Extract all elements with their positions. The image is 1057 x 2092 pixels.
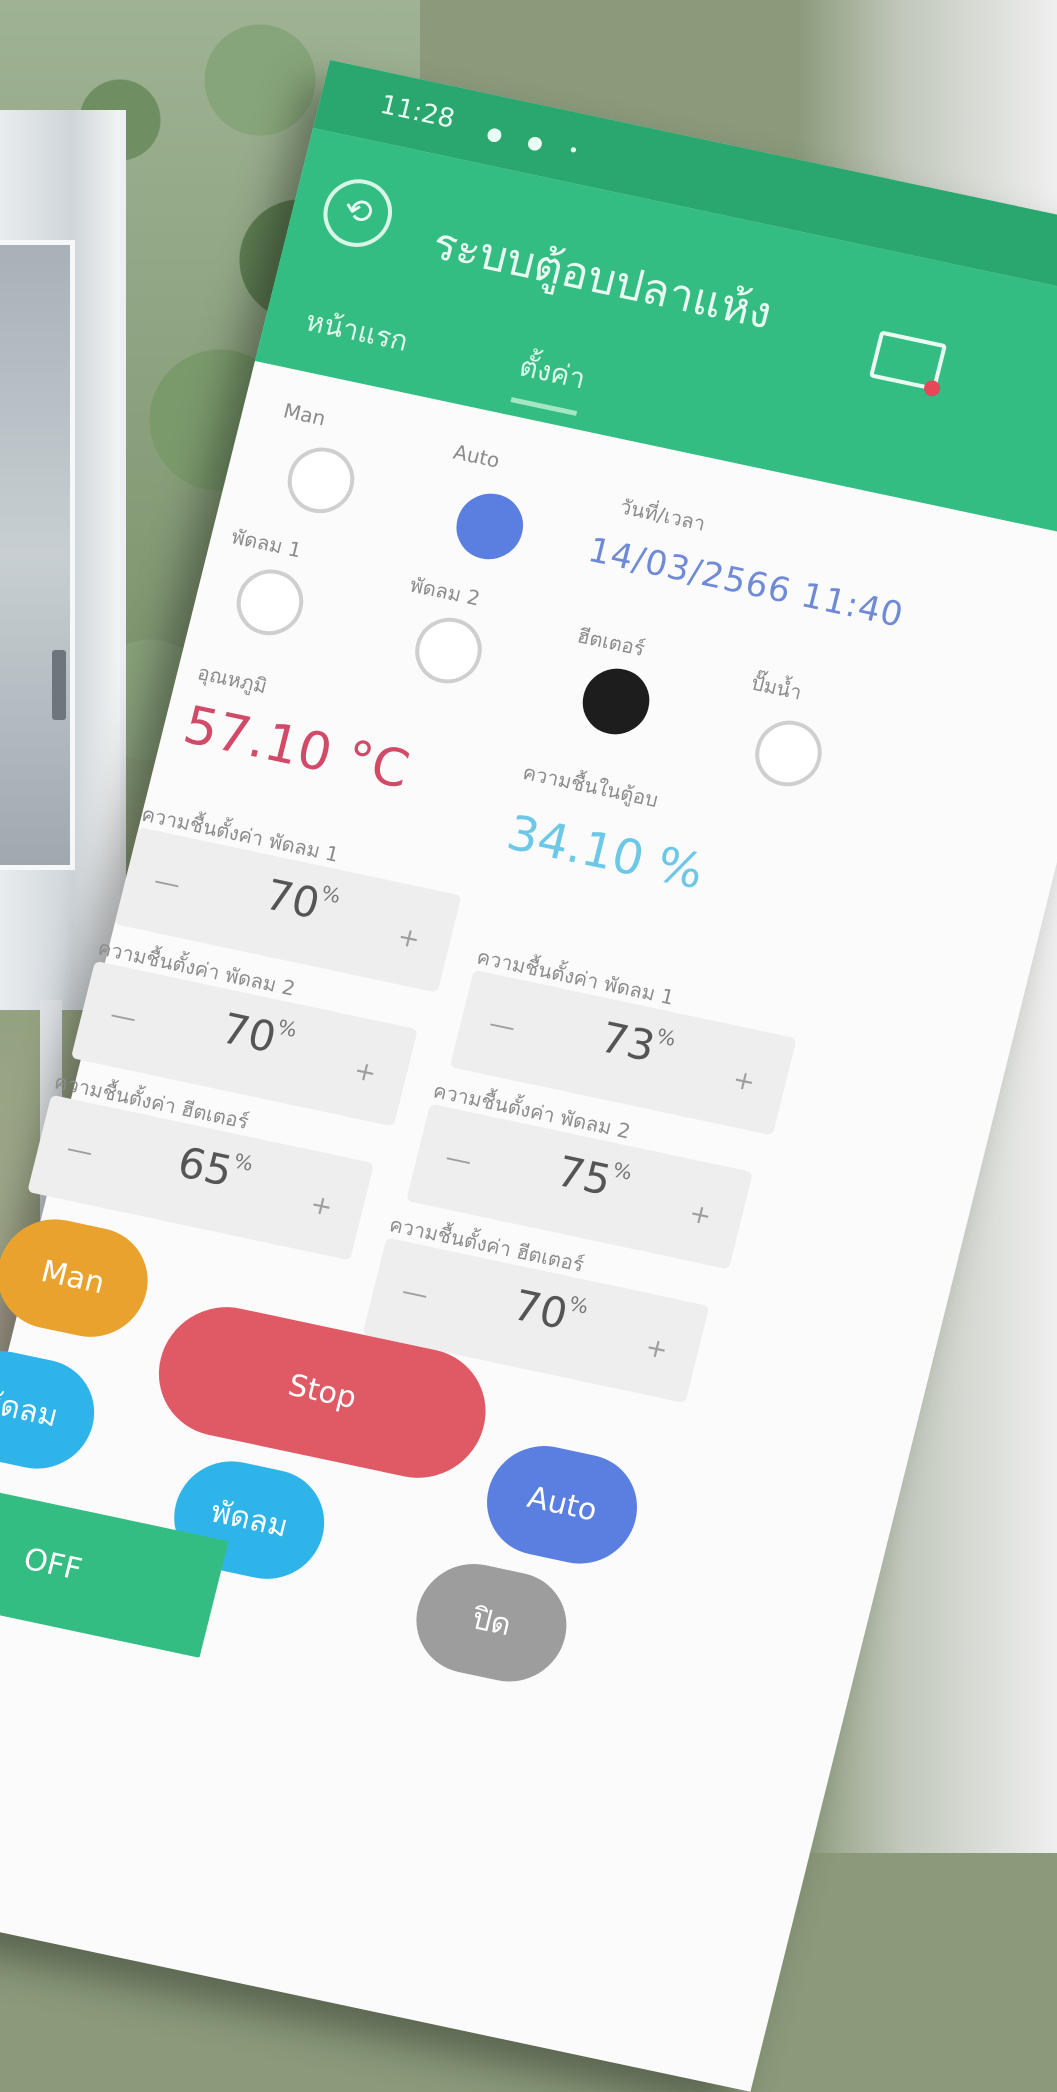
humidity-label: ความชื้นในตู้อบ — [520, 760, 661, 812]
man-button[interactable]: Man — [0, 1209, 160, 1348]
plus-icon[interactable]: + — [686, 1198, 715, 1232]
stepper-unit: % — [653, 1023, 679, 1051]
cabinet-handle — [52, 650, 66, 720]
plus-icon[interactable]: + — [307, 1189, 336, 1223]
plus-icon[interactable]: + — [351, 1056, 380, 1090]
cabinet-glass — [0, 240, 75, 870]
drying-cabinet — [0, 110, 126, 1010]
plus-icon[interactable]: + — [642, 1332, 671, 1366]
stepper-value: 70 — [260, 869, 325, 929]
mode-auto-radio[interactable] — [449, 487, 531, 566]
plus-icon[interactable]: + — [394, 922, 423, 956]
stepper-unit: % — [610, 1157, 635, 1185]
fan2-radio[interactable] — [408, 611, 489, 690]
humidity-value: 34.10 % — [501, 804, 710, 901]
fan2-label: พัดลม 2 — [407, 572, 483, 611]
notification-icons: ● ● • — [484, 122, 591, 165]
stepper-value: 73 — [595, 1012, 660, 1072]
status-time: 11:28 — [377, 89, 458, 135]
auto-button[interactable]: Auto — [475, 1435, 649, 1574]
datetime-label: วันที่/เวลา — [617, 494, 708, 536]
heater-label: ฮีตเตอร์ — [575, 623, 648, 661]
stepper-unit: % — [566, 1291, 592, 1319]
stepper-unit: % — [275, 1014, 300, 1042]
minus-icon[interactable]: — — [486, 1009, 519, 1044]
stepper-value: 70 — [216, 1003, 281, 1063]
battery-icon[interactable] — [868, 330, 948, 398]
mode-manual-radio[interactable] — [280, 441, 362, 520]
stepper-unit: % — [231, 1148, 256, 1176]
minus-icon[interactable]: — — [107, 1000, 140, 1035]
minus-icon[interactable]: — — [399, 1276, 432, 1311]
app-title: ระบบตู้อบปลาแห้ง — [427, 218, 777, 340]
stepper-value: 70 — [508, 1280, 573, 1339]
minus-icon[interactable]: — — [442, 1142, 475, 1177]
mode-auto-label: Auto — [450, 439, 503, 473]
mode-manual-label: Man — [281, 398, 329, 431]
tab-home[interactable]: หน้าแรก — [298, 299, 412, 373]
temp-label: อุณหภูมิ — [195, 660, 270, 699]
fan1-label: พัดลม 1 — [229, 524, 304, 563]
plus-icon[interactable]: + — [730, 1065, 759, 1099]
minus-icon[interactable]: — — [63, 1134, 96, 1169]
alert-dot-icon — [922, 378, 942, 398]
fan1-radio[interactable] — [229, 563, 311, 642]
pump-label: ปั๊มน้ำ — [748, 670, 805, 705]
stepper-unit: % — [318, 880, 344, 909]
minus-icon[interactable]: — — [151, 866, 184, 901]
back-icon[interactable]: ⟲ — [316, 173, 400, 254]
stepper-value: 65 — [173, 1137, 238, 1197]
pump-radio[interactable] — [748, 714, 829, 793]
temp-value: 57.10 °C — [177, 695, 415, 801]
heater-radio[interactable] — [575, 662, 657, 741]
datetime-value: 14/03/2566 11:40 — [584, 530, 908, 636]
tab-settings[interactable]: ตั้งค่า — [510, 344, 591, 416]
close-button[interactable]: ปิด — [404, 1553, 579, 1692]
stepper-value: 75 — [551, 1146, 617, 1206]
fan1-button[interactable]: พัดลม — [0, 1340, 106, 1479]
